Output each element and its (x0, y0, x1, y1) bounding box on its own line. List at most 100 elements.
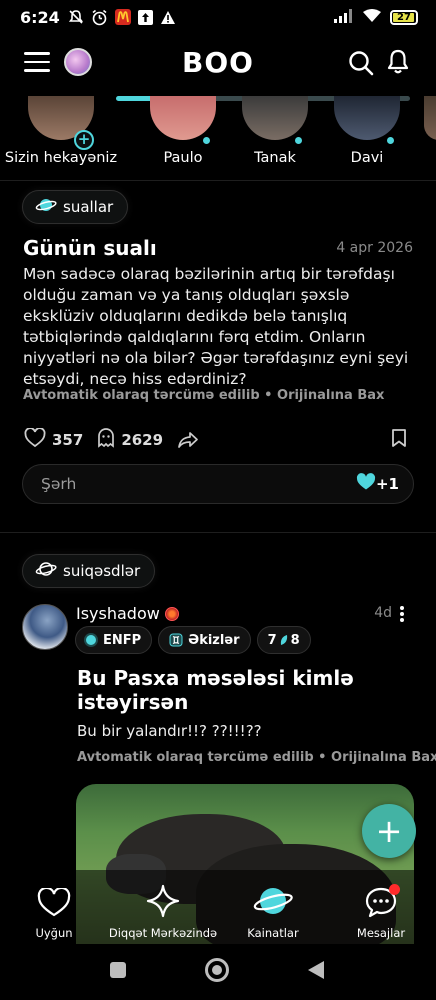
mute-icon (68, 9, 84, 25)
author-name-row[interactable]: Isyshadow (76, 604, 179, 623)
battery-level: 27 (397, 11, 411, 23)
nav-match[interactable]: Uyğun (24, 880, 84, 940)
mbti-label: ENFP (103, 632, 142, 648)
alarm-icon (91, 9, 108, 26)
heart-icon (24, 427, 52, 452)
create-post-button[interactable]: + (362, 804, 416, 858)
recents-button[interactable] (110, 962, 126, 978)
story-avatar-partial[interactable] (424, 96, 436, 140)
nav-label: Mesajlar (356, 926, 406, 940)
bell-icon[interactable] (386, 49, 410, 75)
comment-input[interactable]: Şərh +1 (22, 464, 414, 504)
nav-label: Diqqət Mərkəzində (108, 926, 218, 940)
story-name: Davi (350, 150, 384, 166)
planet-icon (35, 560, 63, 582)
story-item[interactable]: Tanak (235, 96, 315, 166)
profile-chips: ENFP Əkizlər 7 8 (75, 626, 311, 654)
warning-icon (160, 10, 176, 25)
translation-note: Avtomatik olaraq tərcümə edilib • Orijin… (77, 750, 436, 765)
online-indicator (201, 135, 212, 146)
planet-icon (240, 880, 306, 918)
enneagram-leaf-icon (279, 634, 289, 646)
mbti-chip[interactable]: ENFP (75, 626, 153, 654)
bottom-nav: Uyğun Diqqət Mərkəzində Kainatlar Mesajl… (0, 870, 436, 944)
post-title: Günün sualı (23, 236, 157, 260)
post-date: 4 apr 2026 (336, 240, 413, 256)
online-indicator (293, 135, 304, 146)
divider (0, 532, 436, 533)
auto-translated-label: Avtomatik olaraq tərcümə edilib (23, 388, 260, 403)
heart-icon (24, 880, 84, 918)
home-button[interactable] (205, 958, 229, 982)
post-time: 4d (374, 605, 392, 621)
nav-universes[interactable]: Kainatlar (240, 880, 306, 940)
wifi-icon (362, 8, 382, 27)
stories-row: + Sizin hekayəniz Paulo Tanak Davi (0, 96, 436, 176)
see-original-link[interactable]: Orijinalına Bax (331, 750, 436, 765)
story-item[interactable]: Paulo (143, 96, 223, 166)
nav-spotlight[interactable]: Diqqət Mərkəzində (104, 880, 222, 940)
enneagram-type: 7 (267, 632, 277, 648)
status-time: 6:24 (20, 7, 60, 27)
see-original-link[interactable]: Orijinalına Bax (277, 388, 384, 403)
topic-tag-label: suallar (63, 198, 114, 216)
story-avatar: + (28, 96, 94, 150)
comment-placeholder: Şərh (41, 475, 77, 493)
story-name: Sizin hekayəniz (4, 150, 118, 166)
author-name: Isyshadow (76, 604, 160, 623)
nav-label: Kainatlar (247, 926, 299, 940)
topic-tag[interactable]: suallar (22, 190, 129, 224)
more-options-icon[interactable] (396, 606, 408, 624)
story-own[interactable]: + Sizin hekayəniz (5, 96, 117, 166)
nav-label: Uyğun (35, 926, 73, 940)
post-title: Bu Pasxa məsələsi kimlə istəyirsən (77, 666, 354, 714)
story-avatar (242, 96, 308, 146)
planet-icon (35, 196, 63, 218)
add-story-icon[interactable]: + (74, 130, 94, 150)
bookmark-icon[interactable] (389, 428, 409, 452)
signal-icon (334, 8, 354, 27)
mcdonalds-icon (114, 9, 131, 25)
unread-badge (389, 884, 400, 895)
story-name: Tanak (254, 150, 296, 166)
translation-note: Avtomatik olaraq tərcümə edilib • Orijin… (23, 388, 385, 403)
post-body: Bu bir yalandır!!? ??!!!?? (77, 722, 262, 740)
story-item[interactable]: Davi (327, 96, 407, 166)
online-indicator (385, 135, 396, 146)
zodiac-label: Əkizlər (188, 632, 240, 648)
plus-one-button[interactable]: +1 (356, 473, 399, 495)
top-bar: BOO (0, 44, 436, 84)
fire-badge-icon (164, 606, 179, 621)
auto-translated-label: Avtomatik olaraq tərcümə edilib (77, 750, 314, 765)
like-button[interactable]: 357 (24, 427, 84, 452)
back-button[interactable] (308, 961, 324, 979)
story-avatar (334, 96, 400, 146)
chat-icon (350, 880, 412, 918)
plus-one-label: +1 (375, 475, 399, 493)
upload-icon (137, 9, 153, 25)
ghost-icon (97, 428, 121, 452)
author-avatar[interactable] (22, 604, 68, 650)
enneagram-chip[interactable]: 7 8 (256, 626, 311, 654)
mbti-dot-icon (86, 635, 96, 645)
divider (0, 180, 436, 181)
story-avatar (150, 96, 216, 146)
story-name: Paulo (163, 150, 203, 166)
battery-icon: 27 (390, 9, 418, 25)
nav-messages[interactable]: Mesajlar (350, 880, 412, 940)
like-count: 357 (52, 431, 84, 449)
search-icon[interactable] (348, 50, 374, 76)
post-body: Mən sadəcə olaraq bəzilərinin artıq bir … (23, 265, 409, 388)
comment-count: 2629 (121, 431, 164, 449)
topic-tag-label: suiqəsdlər (63, 562, 141, 580)
zodiac-chip[interactable]: Əkizlər (158, 626, 251, 654)
share-icon[interactable] (177, 431, 205, 449)
sparkle-icon (104, 880, 222, 918)
gemini-icon (169, 633, 183, 647)
status-bar: 6:24 27 (0, 0, 436, 34)
topic-tag[interactable]: suiqəsdlər (22, 554, 156, 588)
heart-filled-icon (356, 473, 376, 495)
comment-button[interactable]: 2629 (97, 428, 163, 452)
enneagram-wing: 8 (290, 632, 300, 648)
post-actions: 357 2629 (24, 427, 219, 452)
